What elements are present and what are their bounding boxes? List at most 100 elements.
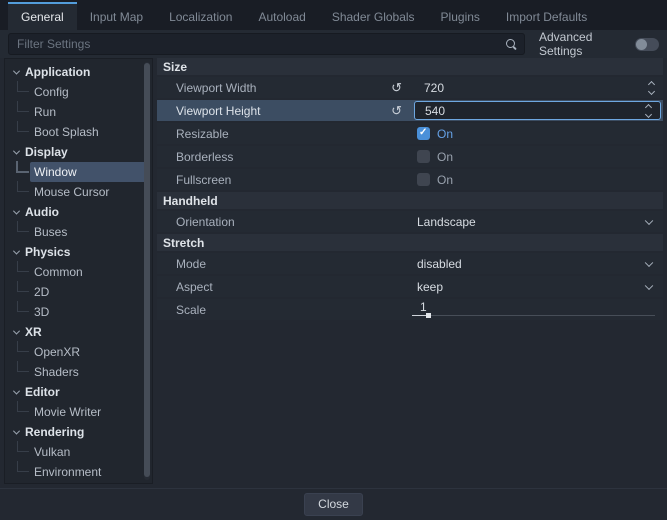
section-header-size: Size xyxy=(157,58,663,75)
fullscreen-checkbox[interactable] xyxy=(417,173,430,186)
slider-value: 1 xyxy=(420,300,427,314)
tab-plugins[interactable]: Plugins xyxy=(428,4,493,30)
revert-icon[interactable]: ↺ xyxy=(391,81,410,94)
tree-guide xyxy=(17,361,29,372)
settings-tree: Application Config Run Boot Splash Displ… xyxy=(4,58,153,484)
tree-guide xyxy=(17,121,29,132)
tree-item-config[interactable]: Config xyxy=(5,82,152,102)
tree-item-run[interactable]: Run xyxy=(5,102,152,122)
tree-item-mouse-cursor[interactable]: Mouse Cursor xyxy=(5,182,152,202)
tree-guide xyxy=(17,101,29,112)
dropdown-value: disabled xyxy=(417,257,462,271)
setting-row-scale: Scale 1 xyxy=(157,299,663,320)
viewport-height-spinbox[interactable]: 540 xyxy=(414,101,661,120)
tree-guide xyxy=(16,161,29,173)
orientation-dropdown[interactable]: Landscape xyxy=(410,211,663,232)
tree-category-application[interactable]: Application xyxy=(5,62,152,82)
sidebar-scrollbar[interactable] xyxy=(144,62,150,480)
setting-label: Orientation xyxy=(176,215,410,229)
spinbox-value: 540 xyxy=(425,104,445,118)
section-header-stretch: Stretch xyxy=(157,234,663,251)
section-header-handheld: Handheld xyxy=(157,192,663,209)
tree-item-openxr[interactable]: OpenXR xyxy=(5,342,152,362)
stretch-mode-dropdown[interactable]: disabled xyxy=(410,253,663,274)
tree-item-vulkan[interactable]: Vulkan xyxy=(5,442,152,462)
tree-item-movie-writer[interactable]: Movie Writer xyxy=(5,402,152,422)
tree-guide xyxy=(17,341,29,352)
tab-import-defaults[interactable]: Import Defaults xyxy=(493,4,600,30)
setting-row-borderless: Borderless On xyxy=(157,146,663,167)
tree-item-boot-splash[interactable]: Boot Splash xyxy=(5,122,152,142)
setting-label: Fullscreen xyxy=(176,173,410,187)
setting-label: Viewport Width xyxy=(176,81,391,95)
project-settings-window: General Input Map Localization Autoload … xyxy=(0,0,667,520)
chevron-down-icon xyxy=(13,207,20,214)
dropdown-value: keep xyxy=(417,280,443,294)
spinner-arrows-icon[interactable] xyxy=(646,105,651,117)
tree-item-common[interactable]: Common xyxy=(5,262,152,282)
tree-guide xyxy=(17,221,29,232)
setting-label: Scale xyxy=(176,303,410,317)
tab-shader-globals[interactable]: Shader Globals xyxy=(319,4,428,30)
tree-category-audio[interactable]: Audio xyxy=(5,202,152,222)
filter-placeholder: Filter Settings xyxy=(17,37,505,51)
revert-icon[interactable]: ↺ xyxy=(391,104,410,117)
stretch-aspect-dropdown[interactable]: keep xyxy=(410,276,663,297)
tree-category-rendering[interactable]: Rendering xyxy=(5,422,152,442)
tree-item-buses[interactable]: Buses xyxy=(5,222,152,242)
setting-label: Mode xyxy=(176,257,410,271)
chevron-down-icon xyxy=(645,216,653,224)
checkbox-state-label: On xyxy=(437,173,453,187)
toggle-knob xyxy=(636,39,647,50)
viewport-width-spinbox[interactable]: 720 xyxy=(410,77,663,98)
setting-row-aspect: Aspect keep xyxy=(157,276,663,297)
tree-guide xyxy=(17,181,29,192)
settings-tab-bar: General Input Map Localization Autoload … xyxy=(0,0,667,30)
setting-label: Borderless xyxy=(176,150,410,164)
tree-item-environment[interactable]: Environment xyxy=(5,462,152,482)
chevron-down-icon xyxy=(13,147,20,154)
setting-row-mode: Mode disabled xyxy=(157,253,663,274)
advanced-settings-label: Advanced Settings xyxy=(539,30,627,58)
tree-category-xr[interactable]: XR xyxy=(5,322,152,342)
tree-guide xyxy=(17,401,29,412)
chevron-down-icon xyxy=(645,281,653,289)
chevron-down-icon xyxy=(13,327,20,334)
setting-label: Resizable xyxy=(176,127,410,141)
search-icon xyxy=(505,38,518,51)
slider-grabber[interactable] xyxy=(426,313,431,318)
tree-guide xyxy=(17,441,29,452)
slider-track[interactable] xyxy=(412,315,655,316)
tree-item-3d[interactable]: 3D xyxy=(5,302,152,322)
chevron-down-icon xyxy=(13,387,20,394)
chevron-down-icon xyxy=(13,67,20,74)
tab-general[interactable]: General xyxy=(8,2,77,30)
tree-item-2d[interactable]: 2D xyxy=(5,282,152,302)
tree-category-editor[interactable]: Editor xyxy=(5,382,152,402)
tab-autoload[interactable]: Autoload xyxy=(245,4,318,30)
borderless-checkbox[interactable] xyxy=(417,150,430,163)
tree-category-physics[interactable]: Physics xyxy=(5,242,152,262)
spinbox-value: 720 xyxy=(424,81,444,95)
settings-panel: Size Viewport Width↺ 720 Viewport Height… xyxy=(157,58,663,322)
filter-bar: Filter Settings Advanced Settings xyxy=(0,30,667,58)
dialog-footer: Close xyxy=(0,488,667,520)
tab-localization[interactable]: Localization xyxy=(156,4,245,30)
advanced-settings-toggle[interactable] xyxy=(635,38,659,51)
tab-input-map[interactable]: Input Map xyxy=(77,4,156,30)
filter-settings-input[interactable]: Filter Settings xyxy=(8,33,525,55)
dropdown-value: Landscape xyxy=(417,215,476,229)
tree-guide xyxy=(17,461,29,472)
tree-guide xyxy=(17,281,29,292)
chevron-down-icon xyxy=(13,427,20,434)
tree-item-window[interactable]: Window xyxy=(5,162,152,182)
tree-guide xyxy=(17,81,29,92)
close-button[interactable]: Close xyxy=(304,493,363,516)
tree-item-shaders[interactable]: Shaders xyxy=(5,362,152,382)
setting-row-viewport-width: Viewport Width↺ 720 xyxy=(157,77,663,98)
scale-slider[interactable]: 1 xyxy=(410,299,657,320)
spinner-arrows-icon[interactable] xyxy=(649,82,654,94)
tree-category-display[interactable]: Display xyxy=(5,142,152,162)
resizable-checkbox[interactable] xyxy=(417,127,430,140)
scrollbar-thumb[interactable] xyxy=(144,63,150,477)
